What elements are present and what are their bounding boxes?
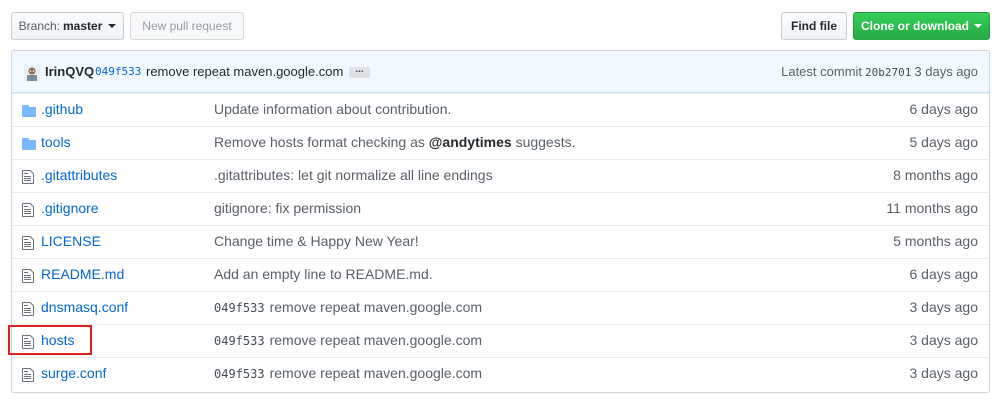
file-row: surge.conf 049f533 remove repeat maven.goo… [12, 357, 989, 390]
commit-message: Add an empty line to README.md. [214, 266, 433, 282]
file-icon [22, 301, 36, 317]
commit-message-text[interactable]: remove repeat maven.google.com [270, 299, 482, 315]
commit-message-text[interactable]: Add an empty line to README.md. [214, 266, 433, 282]
file-icon [22, 202, 36, 218]
commit-sha[interactable]: 049f533 [95, 65, 141, 78]
commit-sha[interactable]: 049f533 [214, 301, 265, 315]
file-name-link[interactable]: .gitattributes [41, 167, 117, 183]
file-row: LICENSE Change time & Happy New Year! 5 mo… [12, 225, 989, 258]
file-row: hosts 049f533 remove repeat maven.google.c… [12, 324, 989, 357]
commit-message-text[interactable]: Change time & Happy New Year! [214, 233, 419, 249]
file-row: tools Remove hosts format checking as @an… [12, 126, 989, 159]
commit-message-text[interactable]: gitignore: fix permission [214, 200, 361, 216]
avatar[interactable] [24, 65, 40, 81]
commit-age: 8 months ago [893, 167, 978, 183]
commit-message-text[interactable]: Remove hosts format checking as [214, 134, 425, 150]
commit-message-text-after[interactable]: suggests. [516, 134, 576, 150]
file-row: README.md Add an empty line to README.md.… [12, 258, 989, 291]
commit-message: 049f533 remove repeat maven.google.com [214, 365, 482, 381]
commit-age: 6 days ago [909, 266, 979, 282]
branch-label: Branch: [18, 19, 60, 33]
latest-commit-sha[interactable]: 20b2701 [865, 66, 911, 79]
branch-value: master [63, 19, 103, 33]
commit-sha[interactable]: 049f533 [214, 334, 265, 348]
commit-message-text[interactable]: .gitattributes: let git normalize all li… [214, 167, 493, 183]
latest-commit-info: Latest commit 20b2701 3 days ago [781, 64, 978, 79]
clone-label: Clone or download [861, 19, 969, 33]
find-file-button[interactable]: Find file [781, 12, 847, 40]
commit-message: Change time & Happy New Year! [214, 233, 419, 249]
file-row: .gitattributes .gitattributes: let git no… [12, 159, 989, 192]
file-name-link[interactable]: README.md [41, 266, 124, 282]
folder-icon [22, 103, 36, 119]
commit-message: .gitattributes: let git normalize all li… [214, 167, 493, 183]
latest-commit-age: 3 days ago [914, 64, 978, 79]
commit-message: Update information about contribution. [214, 101, 451, 117]
commit-sha[interactable]: 049f533 [214, 367, 265, 381]
commit-message: 049f533 remove repeat maven.google.com [214, 299, 482, 315]
commit-message-text[interactable]: remove repeat maven.google.com [270, 365, 482, 381]
user-mention[interactable]: @andytimes [429, 134, 512, 150]
caret-down-icon [108, 24, 117, 28]
latest-commit-bar: IrinQVQ 049f533 remove repeat maven.goog… [12, 51, 989, 93]
commit-message-text[interactable]: Update information about contribution. [214, 101, 451, 117]
file-icon [22, 268, 36, 284]
file-name-link[interactable]: surge.conf [41, 365, 106, 381]
folder-icon [22, 136, 36, 152]
commit-message[interactable]: remove repeat maven.google.com [146, 64, 343, 79]
commit-age: 11 months ago [886, 200, 978, 216]
highlight-box [8, 325, 92, 355]
commit-message: gitignore: fix permission [214, 200, 361, 216]
file-icon [22, 367, 36, 383]
file-row: .gitignore gitignore: fix permission 11 mo… [12, 192, 989, 225]
commit-age: 3 days ago [909, 332, 979, 348]
file-icon [22, 235, 36, 251]
file-name-link[interactable]: dnsmasq.conf [41, 299, 128, 315]
commit-age: 6 days ago [909, 101, 979, 117]
file-row: dnsmasq.conf 049f533 remove repeat maven.g… [12, 291, 989, 324]
commit-message: Remove hosts format checking as @andytim… [214, 134, 576, 150]
commit-author[interactable]: IrinQVQ [45, 64, 94, 79]
file-name-link[interactable]: .gitignore [41, 200, 99, 216]
file-table: IrinQVQ 049f533 remove repeat maven.goog… [11, 50, 990, 393]
expand-commit-button[interactable]: ... [349, 65, 370, 78]
commit-message: 049f533 remove repeat maven.google.com [214, 332, 482, 348]
file-name-link[interactable]: tools [41, 134, 71, 150]
commit-message-text[interactable]: remove repeat maven.google.com [270, 332, 482, 348]
commit-age: 5 months ago [893, 233, 978, 249]
file-name-link[interactable]: .github [41, 101, 83, 117]
branch-select-button[interactable]: Branch: master [11, 12, 124, 40]
commit-age: 5 days ago [909, 134, 979, 150]
file-name-link[interactable]: LICENSE [41, 233, 101, 249]
latest-commit-label: Latest commit [781, 64, 863, 79]
commit-age: 3 days ago [909, 365, 979, 381]
file-row: .github Update information about contribu… [12, 93, 989, 126]
commit-age: 3 days ago [909, 299, 979, 315]
file-icon [22, 169, 36, 185]
clone-or-download-button[interactable]: Clone or download [853, 12, 990, 40]
repo-toolbar: Branch: master New pull request Find fil… [0, 0, 1000, 50]
caret-down-icon [974, 24, 982, 28]
new-pull-request-button[interactable]: New pull request [130, 12, 244, 40]
